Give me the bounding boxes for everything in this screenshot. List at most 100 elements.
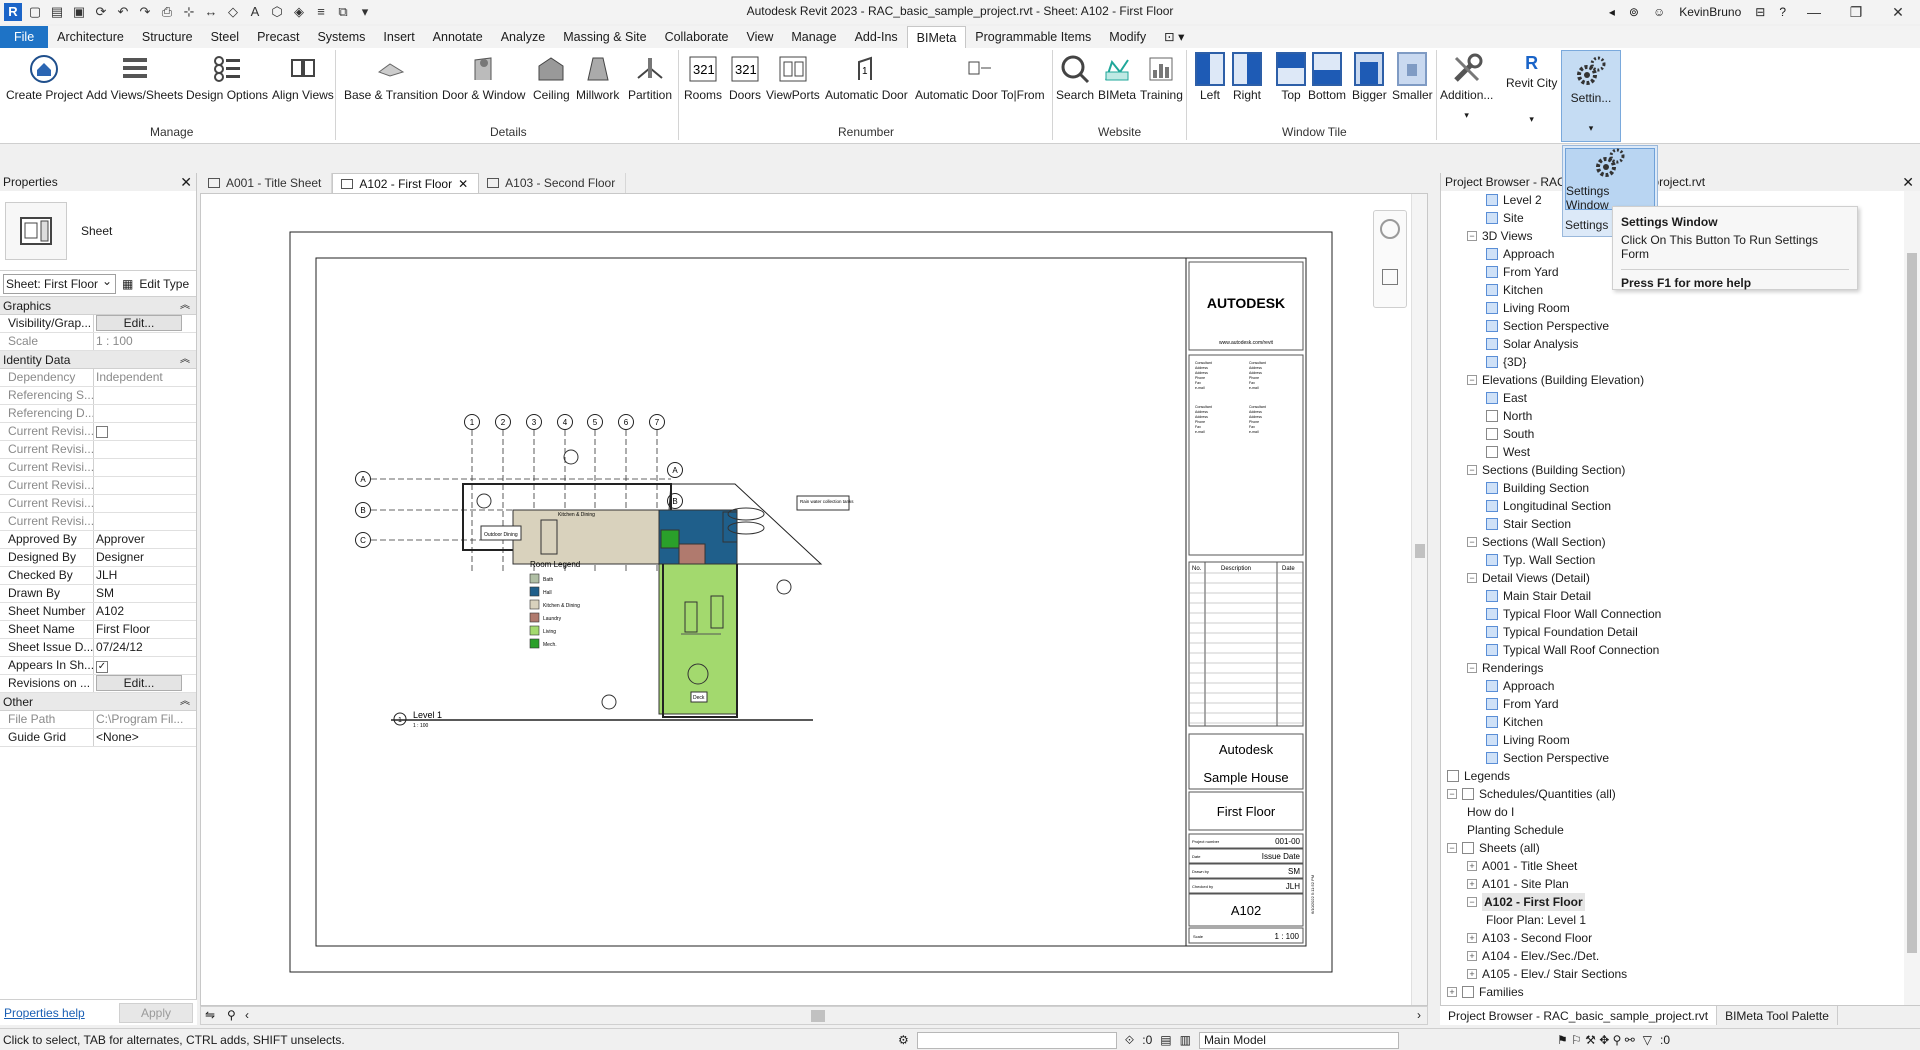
edit-type-button[interactable]: Edit Type [139,277,189,291]
collapse-icon[interactable]: ︽ [180,297,190,315]
property-value[interactable]: <None> [94,729,196,746]
doors-button[interactable]: 321 Doors [728,52,762,102]
edit-button[interactable]: Edit... [96,675,182,691]
zoom-icon[interactable] [1382,269,1398,285]
browser-item[interactable]: Living Room [1441,299,1905,317]
browser-item[interactable]: − Schedules/Quantities (all) [1441,785,1905,803]
browser-item[interactable]: {3D} [1441,353,1905,371]
tab-annotate[interactable]: Annotate [424,26,492,48]
tab-project-browser[interactable]: Project Browser - RAC_basic_sample_proje… [1440,1006,1718,1025]
align-views-button[interactable]: Align Views [272,52,334,102]
browser-item[interactable]: Typical Foundation Detail [1441,623,1905,641]
browser-item[interactable]: From Yard [1441,695,1905,713]
settings-button[interactable]: Settin... ▾ [1561,50,1621,142]
section-icon[interactable]: ◈ [290,3,308,21]
group-graphics[interactable]: Graphics ︽ [0,297,196,315]
expand-icon[interactable]: + [1467,879,1477,889]
close-window-button[interactable]: ✕ [1884,4,1912,21]
browser-item[interactable]: Typ. Wall Section [1441,551,1905,569]
base-transition-button[interactable]: Base & Transition [344,52,438,102]
tab-architecture[interactable]: Architecture [48,26,133,48]
undo-icon[interactable]: ↶ [114,3,132,21]
property-value[interactable]: Designer [94,549,196,566]
checkbox[interactable]: ✓ [96,661,108,673]
filter-tools-icons[interactable]: ⚑ ⚐ ⚒ ✥ ⚲ ⚯ [1557,1029,1635,1050]
tab-analyze[interactable]: Analyze [492,26,554,48]
property-value[interactable]: First Floor [94,621,196,638]
door-window-button[interactable]: Door & Window [442,52,525,102]
collapse-icon[interactable]: − [1467,375,1477,385]
bimeta-button[interactable]: BIMeta [1098,52,1136,102]
tab-bimeta-tool-palette[interactable]: BIMeta Tool Palette [1717,1006,1838,1025]
browser-item[interactable]: How do I [1441,803,1905,821]
print-icon[interactable]: ⎙ [158,3,176,21]
properties-help-link[interactable]: Properties help [4,1006,85,1020]
collapse-icon[interactable]: − [1467,537,1477,547]
browser-scrollbar[interactable] [1904,191,1920,1005]
collapse-icon[interactable]: − [1467,231,1477,241]
close-tab-icon[interactable]: ✕ [458,177,468,191]
tile-smaller-button[interactable]: Smaller [1392,52,1433,102]
browser-item[interactable]: Living Room [1441,731,1905,749]
collapse-icon[interactable]: − [1467,663,1477,673]
doc-tab[interactable]: A102 - First Floor ✕ [332,173,480,193]
save-icon[interactable]: ▣ [70,3,88,21]
scroll-left-icon[interactable]: ‹ [245,1008,249,1022]
search-button[interactable]: Search [1056,52,1094,102]
revit-logo[interactable]: R [4,3,22,21]
open-folder-icon[interactable]: ▤ [48,3,66,21]
checkbox[interactable] [96,426,108,438]
browser-item[interactable]: − Elevations (Building Elevation) [1441,371,1905,389]
browser-item[interactable]: Stair Section [1441,515,1905,533]
design-option-dropdown[interactable]: Main Model [1198,1031,1399,1049]
settings-submenu-label[interactable]: Settings [1565,218,1608,232]
browser-item[interactable]: Typical Wall Roof Connection [1441,641,1905,659]
expand-icon[interactable]: + [1447,987,1457,997]
tab-bimeta[interactable]: BIMeta [906,26,967,48]
browser-item[interactable]: − Sections (Wall Section) [1441,533,1905,551]
training-button[interactable]: Training [1140,52,1183,102]
tab-precast[interactable]: Precast [248,26,308,48]
tab-programmable-items[interactable]: Programmable Items [966,26,1100,48]
design-options-button[interactable]: Design Options [186,52,268,102]
property-value[interactable]: JLH [94,567,196,584]
browser-item[interactable]: − Sections (Building Section) [1441,461,1905,479]
3d-view-icon[interactable]: ⬡ [268,3,286,21]
browser-item[interactable]: + A105 - Elev./ Stair Sections [1441,965,1905,983]
settings-window-button[interactable]: Settings Window [1565,148,1655,212]
doc-tab[interactable]: A001 - Title Sheet [200,173,333,193]
browser-item[interactable]: East [1441,389,1905,407]
expand-icon[interactable]: + [1467,951,1477,961]
browser-item[interactable]: North [1441,407,1905,425]
collapse-icon[interactable]: − [1447,843,1457,853]
partition-button[interactable]: Partition [628,52,672,102]
browser-item[interactable]: + Families [1441,983,1905,1001]
tile-right-button[interactable]: Right [1230,52,1264,102]
group-identity-data[interactable]: Identity Data ︽ [0,351,196,369]
property-value[interactable]: SM [94,585,196,602]
add-views-sheets-button[interactable]: Add Views/Sheets [86,52,183,102]
expand-icon[interactable]: + [1467,933,1477,943]
browser-item[interactable]: Kitchen [1441,713,1905,731]
thin-lines-icon[interactable]: ≡ [312,3,330,21]
browser-item[interactable]: South [1441,425,1905,443]
canvas-vertical-scrollbar[interactable] [1411,194,1427,1005]
browser-item[interactable]: + A103 - Second Floor [1441,929,1905,947]
automatic-door-button[interactable]: 1 Automatic Door [825,52,908,102]
browser-item[interactable]: Solar Analysis [1441,335,1905,353]
tab-insert[interactable]: Insert [374,26,423,48]
browser-item[interactable]: Legends [1441,767,1905,785]
design-options-icon-2[interactable]: ▥ [1180,1029,1191,1050]
text-icon[interactable]: A [246,3,264,21]
binoculars-icon[interactable]: ⊚ [1629,5,1639,19]
dimension-icon[interactable]: ↔ [202,3,220,21]
browser-item[interactable]: Building Section [1441,479,1905,497]
close-icon[interactable]: ✕ [1902,173,1914,191]
view-scale-icon[interactable]: ⇋ [205,1008,215,1022]
tab-view[interactable]: View [738,26,783,48]
close-windows-icon[interactable]: ⧉ [334,3,352,21]
measure-icon[interactable]: ⊹ [180,3,198,21]
dropdown-arrow-icon[interactable]: ▾ [1529,114,1534,125]
instance-filter-dropdown[interactable]: Sheet: First Floor [3,272,116,294]
tab-add-ins[interactable]: Add-Ins [846,26,907,48]
